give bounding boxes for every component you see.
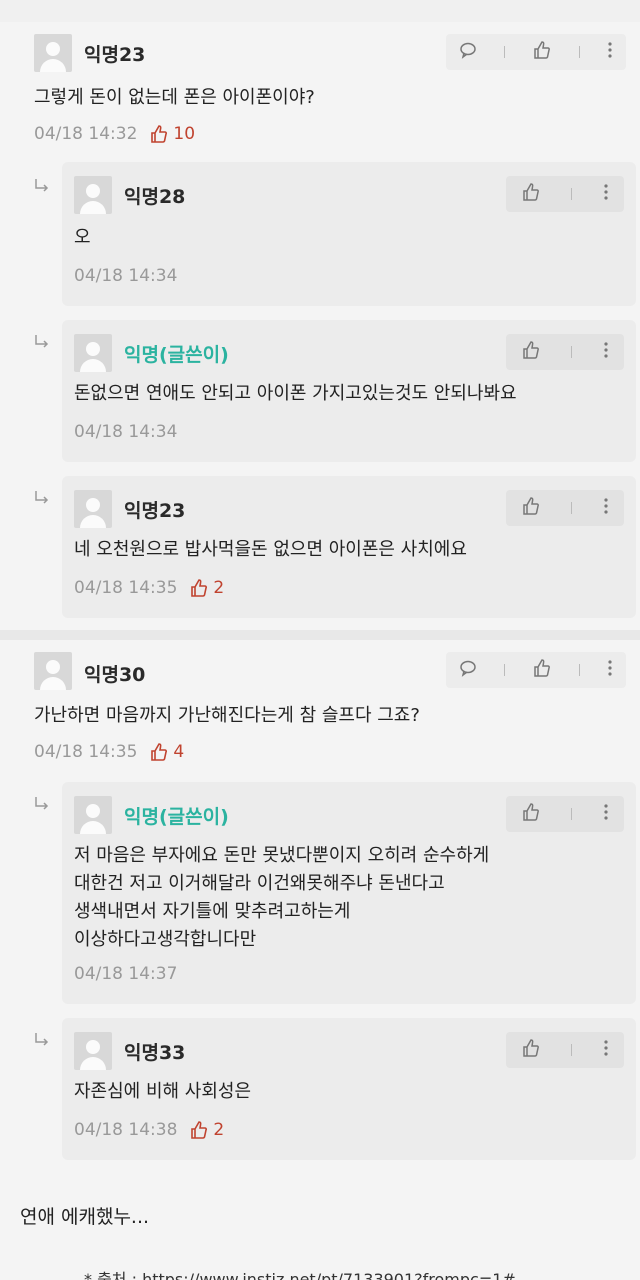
avatar (74, 1032, 112, 1070)
like-icon (151, 125, 168, 143)
comment-meta: 04/18 14:38 2 (74, 1120, 224, 1140)
avatar (34, 652, 72, 690)
separator (504, 664, 506, 676)
comment-text: 그렇게 돈이 없는데 폰은 아이폰이야? (34, 87, 315, 108)
reply-icon[interactable] (459, 659, 477, 681)
avatar (74, 796, 112, 834)
comment-time: 04/18 14:34 (74, 266, 178, 286)
avatar (74, 490, 112, 528)
reply-arrow-icon (35, 335, 49, 348)
like-count[interactable]: 2 (189, 578, 224, 598)
avatar (74, 176, 112, 214)
reply: 익명(글쓴이) 돈없으면 연애도 안되고 아이폰 가지고있는것도 안되나봐요 0… (62, 320, 636, 462)
like-count-value: 2 (213, 1120, 225, 1140)
like-count[interactable]: 4 (149, 742, 184, 762)
reply-icon[interactable] (459, 41, 477, 63)
separator (571, 188, 573, 200)
like-icon[interactable] (521, 1038, 541, 1062)
separator (504, 46, 506, 58)
like-icon (151, 743, 168, 761)
comment-time: 04/18 14:32 (34, 124, 138, 144)
comment-text: 오 (74, 227, 91, 248)
more-icon[interactable] (603, 341, 609, 363)
separator (578, 664, 580, 676)
like-icon (191, 579, 208, 597)
separator (571, 346, 573, 358)
comment-actions (506, 1032, 624, 1068)
like-icon[interactable] (532, 658, 552, 682)
comment-text: 저 마음은 부자에요 돈만 못냈다뿐이지 오히려 순수하게 대한건 저고 이거해… (74, 842, 489, 954)
avatar (74, 334, 112, 372)
more-icon[interactable] (603, 1039, 609, 1061)
comment-time: 04/18 14:34 (74, 422, 178, 442)
like-icon[interactable] (521, 340, 541, 364)
comment-meta: 04/18 14:34 (74, 266, 177, 286)
like-count-value: 2 (213, 578, 225, 598)
comment-meta: 04/18 14:32 10 (34, 124, 195, 144)
like-count[interactable]: 2 (189, 1120, 224, 1140)
comment-time: 04/18 14:38 (74, 1120, 178, 1140)
like-count-value: 10 (173, 124, 196, 144)
like-icon[interactable] (521, 496, 541, 520)
comment-text: 돈없으면 연애도 안되고 아이폰 가지고있는것도 안되나봐요 (74, 383, 517, 404)
source-link[interactable]: * 출처 : https://www.instiz.net/pt/7133901… (84, 1266, 516, 1280)
reply: 익명(글쓴이) 저 마음은 부자에요 돈만 못냈다뿐이지 오히려 순수하게 대한… (62, 782, 636, 1004)
more-icon[interactable] (603, 183, 609, 205)
comment-meta: 04/18 14:35 2 (74, 578, 224, 598)
comment-text: 네 오천원으로 밥사먹을돈 없으면 아이폰은 사치에요 (74, 539, 467, 560)
like-count-value: 4 (173, 742, 185, 762)
comment-author: 익명23 (124, 500, 186, 522)
comment-actions (506, 176, 624, 212)
comment-meta: 04/18 14:37 (74, 964, 177, 984)
comment-author: 익명33 (124, 1042, 186, 1064)
reply-arrow-icon (35, 179, 49, 192)
comment-text-line: 저 마음은 부자에요 돈만 못냈다뿐이지 오히려 순수하게 (74, 845, 490, 866)
comment-text: 가난하면 마음까지 가난해진다는게 참 슬프다 그죠? (34, 705, 420, 726)
like-count[interactable]: 10 (149, 124, 195, 144)
comment-actions (506, 490, 624, 526)
comment-meta: 04/18 14:35 4 (34, 742, 184, 762)
more-icon[interactable] (607, 659, 613, 681)
separator (571, 502, 573, 514)
comment-time: 04/18 14:37 (74, 964, 178, 984)
like-icon[interactable] (532, 40, 552, 64)
reply: 익명23 네 오천원으로 밥사먹을돈 없으면 아이폰은 사치에요 04/18 1… (62, 476, 636, 618)
reply-arrow-icon (35, 1033, 49, 1046)
section-divider (0, 630, 640, 640)
comment-author: 익명23 (84, 44, 146, 66)
reply-arrow-icon (35, 797, 49, 810)
more-icon[interactable] (607, 41, 613, 63)
reply: 익명33 자존심에 비해 사회성은 04/18 14:38 2 (62, 1018, 636, 1160)
comment-text-line: 이상하다고생각합니다만 (74, 929, 257, 950)
comment-time: 04/18 14:35 (74, 578, 178, 598)
comment-time: 04/18 14:35 (34, 742, 138, 762)
separator (571, 1044, 573, 1056)
like-icon (191, 1121, 208, 1139)
comment-text-line: 생색내면서 자기틀에 맞추려고하는게 (74, 901, 351, 922)
comment-actions (506, 796, 624, 832)
comment-text-line: 대한건 저고 이거해달라 이건왜못해주냐 돈낸다고 (74, 873, 445, 894)
reply-arrow-icon (35, 491, 49, 504)
avatar (34, 34, 72, 72)
more-icon[interactable] (603, 803, 609, 825)
like-icon[interactable] (521, 182, 541, 206)
top-strip (0, 0, 640, 22)
comment-text: 자존심에 비해 사회성은 (74, 1081, 252, 1102)
reply: 익명28 오 04/18 14:34 (62, 162, 636, 306)
separator (571, 808, 573, 820)
more-icon[interactable] (603, 497, 609, 519)
comment-author-op: 익명(글쓴이) (124, 344, 229, 366)
comment-author: 익명28 (124, 186, 186, 208)
comment-actions (446, 34, 626, 70)
comment-actions (446, 652, 626, 688)
comment-author: 익명30 (84, 664, 146, 686)
separator (578, 46, 580, 58)
comment-author-op: 익명(글쓴이) (124, 806, 229, 828)
like-icon[interactable] (521, 802, 541, 826)
comment-actions (506, 334, 624, 370)
comment-meta: 04/18 14:34 (74, 422, 177, 442)
post-caption: 연애 에캐했누... (20, 1206, 150, 1228)
